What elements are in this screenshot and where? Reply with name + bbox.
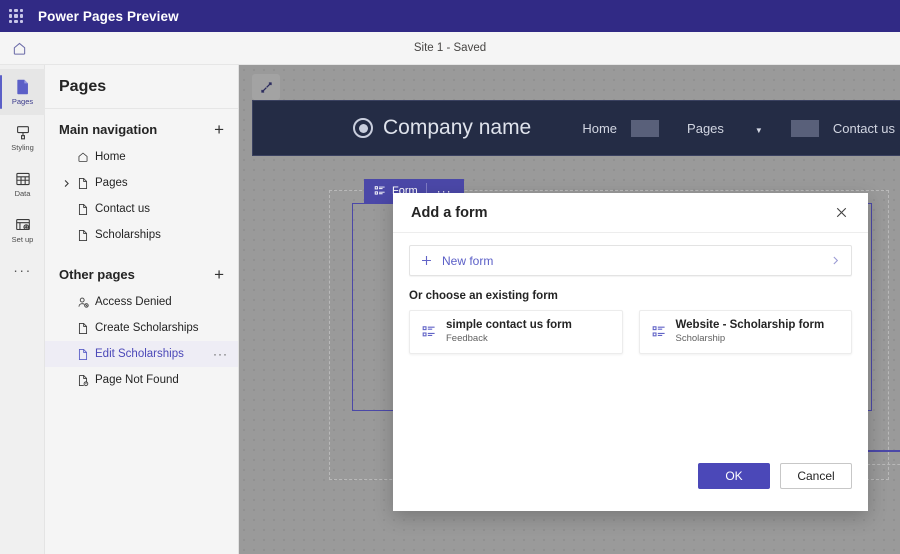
rail-label-setup: Set up bbox=[12, 236, 34, 244]
sidebar-item-page-not-found[interactable]: Page Not Found bbox=[45, 367, 238, 393]
data-icon bbox=[14, 170, 32, 188]
rail-item-pages[interactable]: Pages bbox=[0, 69, 45, 115]
app-title: Power Pages Preview bbox=[38, 9, 179, 24]
styling-icon bbox=[14, 124, 32, 142]
left-icon-rail: Pages Styling Data bbox=[0, 65, 45, 554]
sidebar-item-edit-scholarships[interactable]: Edit Scholarships ··· bbox=[45, 341, 238, 367]
add-other-page-button[interactable]: + bbox=[212, 266, 226, 283]
sidebar-item-label: Edit Scholarships bbox=[95, 348, 184, 360]
rail-label-data: Data bbox=[15, 190, 31, 198]
sidebar-item-pages[interactable]: Pages bbox=[45, 170, 238, 196]
sidebar-item-label: Create Scholarships bbox=[95, 322, 199, 334]
sidebar-item-label: Scholarships bbox=[95, 229, 161, 241]
rail-label-styling: Styling bbox=[11, 144, 34, 152]
panel-header: Pages bbox=[45, 65, 238, 109]
chevron-right-icon bbox=[830, 255, 841, 266]
app-launcher-button[interactable] bbox=[0, 0, 32, 32]
form-card-simple-contact-us-form[interactable]: simple contact us form Feedback bbox=[409, 310, 623, 354]
page-icon bbox=[73, 229, 93, 242]
sidebar-item-contact-us[interactable]: Contact us bbox=[45, 196, 238, 222]
pages-panel: Pages Main navigation + Home bbox=[45, 65, 239, 554]
new-form-label: New form bbox=[442, 254, 493, 268]
form-card-text: Website - Scholarship form Scholarship bbox=[676, 318, 825, 346]
section-header-main-navigation: Main navigation + bbox=[45, 109, 238, 144]
sidebar-item-create-scholarships[interactable]: Create Scholarships bbox=[45, 315, 238, 341]
section-title-other-pages: Other pages bbox=[59, 267, 135, 282]
form-icon bbox=[422, 325, 436, 339]
form-card-name: Website - Scholarship form bbox=[676, 318, 825, 334]
form-card-table: Scholarship bbox=[676, 333, 825, 346]
sidebar-item-label: Access Denied bbox=[95, 296, 172, 308]
sidebar-item-home[interactable]: Home bbox=[45, 144, 238, 170]
section-title-main-navigation: Main navigation bbox=[59, 122, 157, 137]
site-status-label: Site 1 - Saved bbox=[0, 42, 900, 54]
app-launcher-icon bbox=[9, 9, 23, 23]
person-denied-icon bbox=[73, 296, 93, 309]
section-header-other-pages: Other pages + bbox=[45, 248, 238, 289]
page-error-icon bbox=[73, 374, 93, 387]
form-card-table: Feedback bbox=[446, 333, 572, 346]
sub-header-bar: Site 1 - Saved bbox=[0, 32, 900, 65]
chevron-right-icon[interactable] bbox=[59, 179, 73, 188]
add-a-form-dialog: Add a form New form bbox=[393, 193, 868, 511]
sidebar-item-label: Page Not Found bbox=[95, 374, 179, 386]
sidebar-item-scholarships[interactable]: Scholarships bbox=[45, 222, 238, 248]
dialog-footer: OK Cancel bbox=[393, 455, 868, 511]
form-card-name: simple contact us form bbox=[446, 318, 572, 334]
rail-more-button[interactable]: ··· bbox=[0, 253, 45, 287]
app-root: Power Pages Preview Site 1 - Saved Pages bbox=[0, 0, 900, 554]
new-form-button[interactable]: New form bbox=[409, 245, 852, 276]
existing-form-label: Or choose an existing form bbox=[409, 290, 852, 302]
ok-button[interactable]: OK bbox=[698, 463, 770, 489]
dialog-body: New form Or choose an existing form bbox=[393, 233, 868, 455]
page-icon bbox=[73, 348, 93, 361]
form-icon bbox=[652, 325, 666, 339]
form-card-text: simple contact us form Feedback bbox=[446, 318, 572, 346]
dialog-title: Add a form bbox=[411, 205, 488, 221]
pages-icon bbox=[14, 78, 32, 96]
sidebar-item-access-denied[interactable]: Access Denied bbox=[45, 289, 238, 315]
add-main-navigation-page-button[interactable]: + bbox=[212, 121, 226, 138]
sidebar-item-label: Home bbox=[95, 151, 126, 163]
setup-icon bbox=[14, 216, 32, 234]
rail-item-setup[interactable]: Set up bbox=[0, 207, 45, 253]
rail-item-styling[interactable]: Styling bbox=[0, 115, 45, 161]
rail-item-data[interactable]: Data bbox=[0, 161, 45, 207]
plus-icon bbox=[420, 254, 433, 267]
top-brand-bar: Power Pages Preview bbox=[0, 0, 900, 32]
rail-label-pages: Pages bbox=[12, 98, 33, 106]
sidebar-item-more-menu[interactable]: ··· bbox=[213, 347, 228, 361]
sidebar-item-label: Contact us bbox=[95, 203, 150, 215]
page-icon bbox=[73, 322, 93, 335]
close-icon[interactable] bbox=[828, 200, 854, 226]
sidebar-item-label: Pages bbox=[95, 177, 128, 189]
form-card-website-scholarship-form[interactable]: Website - Scholarship form Scholarship bbox=[639, 310, 853, 354]
existing-forms-list: simple contact us form Feedback bbox=[409, 310, 852, 354]
page-icon bbox=[73, 177, 93, 190]
home-icon bbox=[73, 151, 93, 163]
page-title: Pages bbox=[59, 78, 106, 96]
cancel-button[interactable]: Cancel bbox=[780, 463, 852, 489]
page-icon bbox=[73, 203, 93, 216]
dialog-header: Add a form bbox=[393, 193, 868, 233]
